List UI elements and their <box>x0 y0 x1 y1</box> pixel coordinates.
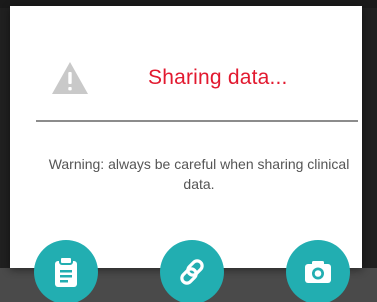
dialog-title: Sharing data... <box>148 66 288 89</box>
sharing-dialog: Sharing data... Warning: always be caref… <box>10 6 362 268</box>
clipboard-button[interactable] <box>34 240 98 302</box>
clipboard-icon <box>55 256 77 287</box>
link-button[interactable] <box>160 240 224 302</box>
dialog-header: Sharing data... <box>10 56 362 104</box>
screen: Sharing data... Warning: always be caref… <box>0 0 377 302</box>
dialog-message: Warning: always be careful when sharing … <box>48 156 350 192</box>
link-icon <box>180 259 204 285</box>
camera-icon <box>305 261 331 283</box>
divider <box>36 120 358 122</box>
warning-triangle-icon <box>52 62 88 94</box>
camera-button[interactable] <box>286 240 350 302</box>
